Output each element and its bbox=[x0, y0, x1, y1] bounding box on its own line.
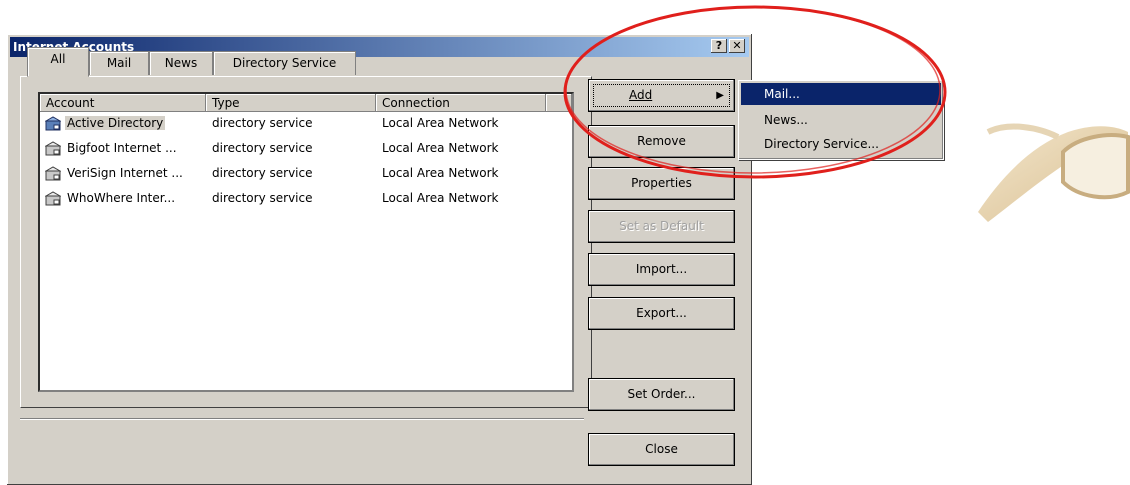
set-order-button[interactable]: Set Order... bbox=[588, 378, 735, 411]
close-button[interactable]: Close bbox=[588, 433, 735, 466]
set-order-button-label: Set Order... bbox=[627, 387, 696, 401]
account-name: WhoWhere Inter... bbox=[67, 191, 176, 205]
account-name: VeriSign Internet ... bbox=[67, 166, 183, 180]
directory-service-icon bbox=[45, 116, 61, 131]
account-name: Bigfoot Internet ... bbox=[67, 141, 177, 155]
tab-mail-label: Mail bbox=[106, 56, 132, 70]
account-connection: Local Area Network bbox=[382, 116, 499, 130]
tab-all[interactable]: All bbox=[27, 47, 89, 77]
export-button-label: Export... bbox=[636, 306, 687, 320]
tab-news-label: News bbox=[164, 56, 198, 70]
tab-panel: Account Type Connection Active Directory… bbox=[20, 76, 592, 408]
account-name: Active Directory bbox=[65, 116, 166, 130]
account-type: directory service bbox=[212, 141, 313, 155]
accounts-list[interactable]: Account Type Connection Active Directory… bbox=[38, 92, 574, 392]
account-connection: Local Area Network bbox=[382, 191, 499, 205]
annotation-ellipse bbox=[563, 5, 947, 179]
table-row[interactable]: WhoWhere Inter... directory service Loca… bbox=[40, 188, 570, 210]
directory-service-icon bbox=[45, 141, 61, 156]
tab-mail[interactable]: Mail bbox=[89, 51, 149, 75]
table-row[interactable]: Bigfoot Internet ... directory service L… bbox=[40, 138, 570, 160]
table-row[interactable]: VeriSign Internet ... directory service … bbox=[40, 163, 570, 185]
directory-service-icon bbox=[45, 166, 61, 181]
account-type: directory service bbox=[212, 191, 313, 205]
glasses-logo-icon bbox=[978, 123, 1130, 222]
import-button[interactable]: Import... bbox=[588, 253, 735, 286]
set-as-default-button[interactable]: Set as Default bbox=[588, 210, 735, 243]
account-type: directory service bbox=[212, 166, 313, 180]
column-header-connection[interactable]: Connection bbox=[376, 94, 546, 112]
account-connection: Local Area Network bbox=[382, 166, 499, 180]
tab-all-label: All bbox=[50, 52, 66, 66]
column-header-type[interactable]: Type bbox=[206, 94, 376, 112]
column-header-account[interactable]: Account bbox=[40, 94, 206, 112]
tab-directory-service-label: Directory Service bbox=[232, 56, 337, 70]
account-connection: Local Area Network bbox=[382, 141, 499, 155]
account-type: directory service bbox=[212, 116, 313, 130]
table-row[interactable]: Active Directory directory service Local… bbox=[40, 113, 570, 135]
import-button-label: Import... bbox=[635, 262, 688, 276]
tab-directory-service[interactable]: Directory Service bbox=[213, 51, 356, 75]
directory-service-icon bbox=[45, 191, 61, 206]
close-button-label: Close bbox=[645, 442, 678, 456]
separator bbox=[20, 418, 584, 420]
export-button[interactable]: Export... bbox=[588, 297, 735, 330]
set-as-default-button-label: Set as Default bbox=[619, 219, 704, 233]
tab-news[interactable]: News bbox=[149, 51, 213, 75]
